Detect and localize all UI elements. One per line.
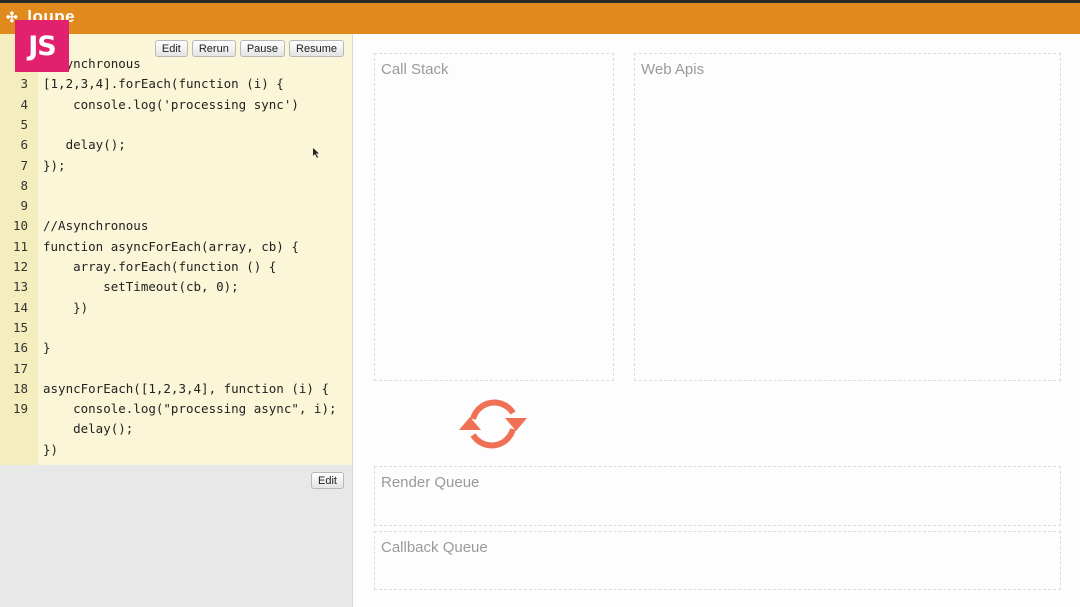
code-line[interactable]: 10 //Asynchronous xyxy=(0,216,352,236)
edit-button[interactable]: Edit xyxy=(154,40,188,57)
code-line[interactable]: 19 console.log("processing async", i); xyxy=(0,399,352,419)
js-badge: JS xyxy=(15,20,69,72)
code-text: }) xyxy=(43,441,59,457)
code-text: }); xyxy=(43,157,66,173)
line-number: 10 xyxy=(12,218,28,234)
code-text: }) xyxy=(43,299,89,315)
code-line[interactable]: 8 xyxy=(0,176,352,196)
code-line[interactable]: 17 xyxy=(0,359,352,379)
code-line[interactable]: 12 array.forEach(function () { xyxy=(0,257,352,277)
code-line[interactable]: 4 console.log('processing sync') xyxy=(0,95,352,115)
code-line[interactable]: }) xyxy=(0,440,352,460)
code-line[interactable]: 11 function asyncForEach(array, cb) { xyxy=(0,237,352,257)
line-number: 11 xyxy=(12,238,28,254)
line-number: 3 xyxy=(20,76,28,92)
code-editor[interactable]: Edit Rerun Pause Resume //Synchronous 3 [1… xyxy=(0,34,352,465)
line-number: 8 xyxy=(20,177,28,193)
code-text: delay(); xyxy=(43,137,126,153)
code-text: array.forEach(function () { xyxy=(43,259,277,274)
editor-pane: Edit Rerun Pause Resume //Synchronous 3 [1… xyxy=(0,34,353,607)
line-number: 19 xyxy=(12,401,28,417)
line-number: 18 xyxy=(12,380,28,396)
line-number: 17 xyxy=(12,360,28,376)
code-line[interactable]: 15 xyxy=(0,318,352,338)
line-number: 14 xyxy=(12,299,28,315)
rerun-button[interactable]: Rerun xyxy=(191,40,236,57)
pause-button[interactable]: Pause xyxy=(239,40,286,57)
line-number: 9 xyxy=(20,198,28,214)
code-line[interactable]: 7}); xyxy=(0,156,352,176)
code-text: console.log('processing sync') xyxy=(43,96,299,112)
mouse-cursor-icon xyxy=(313,148,319,158)
call-stack-title: Call Stack xyxy=(381,61,449,78)
code-line[interactable]: 18 asyncForEach([1,2,3,4], function (i) { xyxy=(0,379,352,399)
code-text: } xyxy=(43,340,51,356)
line-number: 5 xyxy=(20,116,28,132)
editor-toolbar: Edit Rerun Pause Resume xyxy=(154,40,344,57)
code-text: //Asynchronous xyxy=(43,218,149,234)
code-text: delay(); xyxy=(43,421,134,437)
bottom-edit-button[interactable]: Edit xyxy=(311,472,344,489)
line-number: 15 xyxy=(12,319,28,335)
code-line[interactable]: 14 }) xyxy=(0,298,352,318)
code-line[interactable]: 9 xyxy=(0,196,352,216)
callback-queue-title: Callback Queue xyxy=(381,539,488,556)
web-apis-title: Web Apis xyxy=(641,61,705,78)
line-number: 6 xyxy=(20,137,28,153)
code-line[interactable]: 13 setTimeout(cb, 0); xyxy=(0,277,352,297)
resume-button[interactable]: Resume xyxy=(289,40,344,57)
code-text: console.log("processing async", i); xyxy=(43,401,337,417)
line-number: 4 xyxy=(20,96,28,112)
code-text: [1,2,3,4].forEach(function (i) { xyxy=(43,76,284,92)
top-bar: ✣ loupe xyxy=(0,0,1080,34)
line-number: 7 xyxy=(20,157,28,173)
code-line[interactable]: 16} xyxy=(0,338,352,358)
code-text: function asyncForEach(array, cb) { xyxy=(43,238,299,254)
code-line[interactable]: delay(); xyxy=(0,419,352,439)
render-queue-panel: Render Queue xyxy=(374,466,1061,526)
event-loop-icon xyxy=(459,399,527,449)
web-apis-panel: Web Apis xyxy=(634,53,1061,381)
code-line[interactable]: 5 xyxy=(0,115,352,135)
code-line[interactable]: 6 delay(); xyxy=(0,135,352,155)
line-number: 16 xyxy=(12,340,28,356)
call-stack-panel: Call Stack xyxy=(374,53,614,381)
callback-queue-panel: Callback Queue xyxy=(374,531,1061,590)
code-text: asyncForEach([1,2,3,4], function (i) { xyxy=(43,380,329,396)
line-number: 13 xyxy=(12,279,28,295)
code-text: setTimeout(cb, 0); xyxy=(43,279,239,295)
render-queue-title: Render Queue xyxy=(381,474,480,491)
visualizer-pane: Call Stack Web Apis Render Queue Callbac… xyxy=(353,34,1080,607)
line-number: 12 xyxy=(12,259,28,274)
code-line[interactable]: 3 [1,2,3,4].forEach(function (i) { xyxy=(0,74,352,94)
